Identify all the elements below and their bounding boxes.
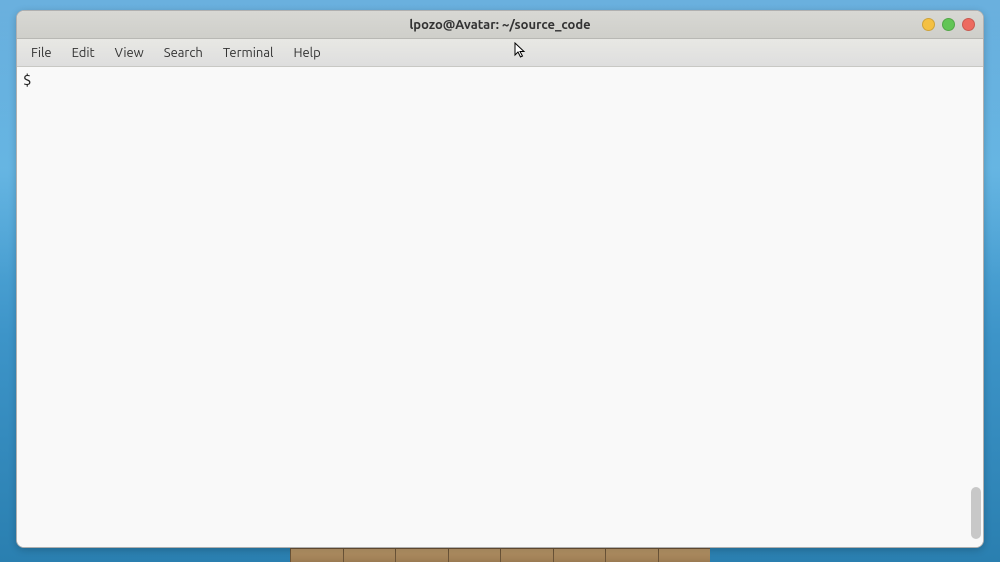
menubar: File Edit View Search Terminal Help bbox=[17, 39, 983, 67]
scrollbar-thumb[interactable] bbox=[971, 487, 981, 539]
terminal-window: lpozo@Avatar: ~/source_code File Edit Vi… bbox=[16, 10, 984, 548]
maximize-button[interactable] bbox=[942, 18, 955, 31]
close-button[interactable] bbox=[962, 18, 975, 31]
window-title: lpozo@Avatar: ~/source_code bbox=[409, 18, 590, 32]
menu-search[interactable]: Search bbox=[154, 42, 213, 64]
dock bbox=[290, 548, 710, 562]
menu-file[interactable]: File bbox=[21, 42, 62, 64]
terminal-content[interactable]: $ bbox=[17, 67, 983, 547]
terminal-prompt: $ bbox=[23, 71, 31, 88]
menu-edit[interactable]: Edit bbox=[62, 42, 105, 64]
menu-help[interactable]: Help bbox=[283, 42, 330, 64]
menu-view[interactable]: View bbox=[105, 42, 154, 64]
window-controls bbox=[922, 18, 975, 31]
menu-terminal[interactable]: Terminal bbox=[213, 42, 284, 64]
minimize-button[interactable] bbox=[922, 18, 935, 31]
titlebar[interactable]: lpozo@Avatar: ~/source_code bbox=[17, 11, 983, 39]
